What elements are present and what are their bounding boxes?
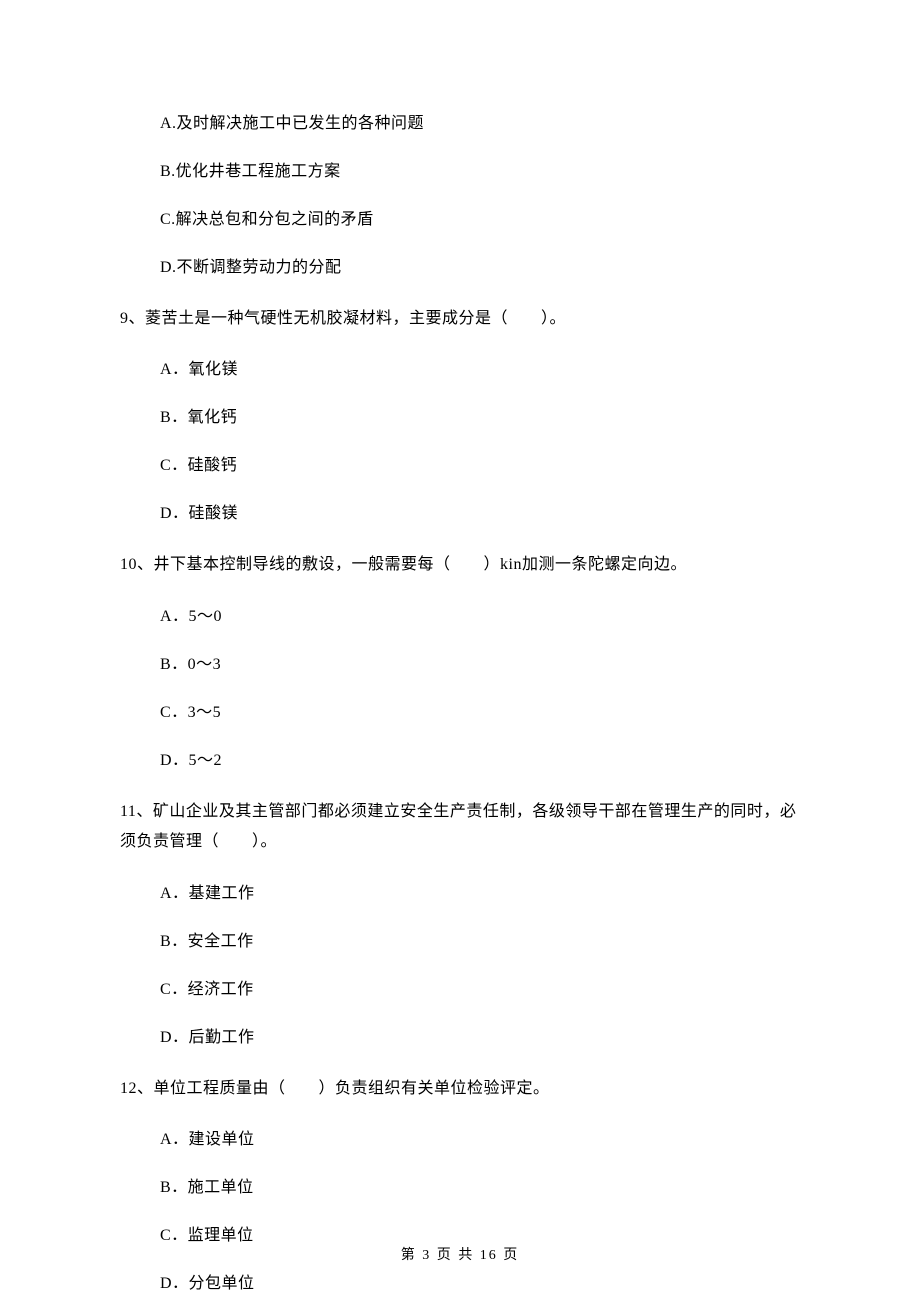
q12-option-d: D．分包单位 [160, 1272, 800, 1296]
q11-text: 11、矿山企业及其主管部门都必须建立安全生产责任制，各级领导干部在管理生产的同时… [120, 797, 800, 858]
page-footer: 第 3 页 共 16 页 [0, 1244, 920, 1264]
q8-option-b: B.优化井巷工程施工方案 [160, 160, 800, 184]
q9-text: 9、菱苦土是一种气硬性无机胶凝材料，主要成分是（ ）。 [120, 304, 800, 334]
q10-option-a: A．5～0 [160, 605, 800, 629]
q8-option-c: C.解决总包和分包之间的矛盾 [160, 208, 800, 232]
q11-option-d: D．后勤工作 [160, 1026, 800, 1050]
q10-option-c: C．3～5 [160, 701, 800, 725]
q12-option-a: A．建设单位 [160, 1128, 800, 1152]
q11-option-b: B．安全工作 [160, 930, 800, 954]
document-page: A.及时解决施工中已发生的各种问题 B.优化井巷工程施工方案 C.解决总包和分包… [0, 0, 920, 1302]
q11-option-a: A．基建工作 [160, 882, 800, 906]
q9-option-c: C．硅酸钙 [160, 454, 800, 478]
q10-option-b: B．0～3 [160, 653, 800, 677]
q8-option-d: D.不断调整劳动力的分配 [160, 256, 800, 280]
q9-option-b: B．氧化钙 [160, 406, 800, 430]
q10-option-d: D．5～2 [160, 749, 800, 773]
q12-text: 12、单位工程质量由（ ）负责组织有关单位检验评定。 [120, 1074, 800, 1104]
q9-option-d: D．硅酸镁 [160, 502, 800, 526]
q8-option-a: A.及时解决施工中已发生的各种问题 [160, 112, 800, 136]
q11-option-c: C．经济工作 [160, 978, 800, 1002]
q12-option-b: B．施工单位 [160, 1176, 800, 1200]
q10-text: 10、井下基本控制导线的敷设，一般需要每（ ）kin加测一条陀螺定向边。 [120, 550, 800, 580]
q9-option-a: A．氧化镁 [160, 358, 800, 382]
